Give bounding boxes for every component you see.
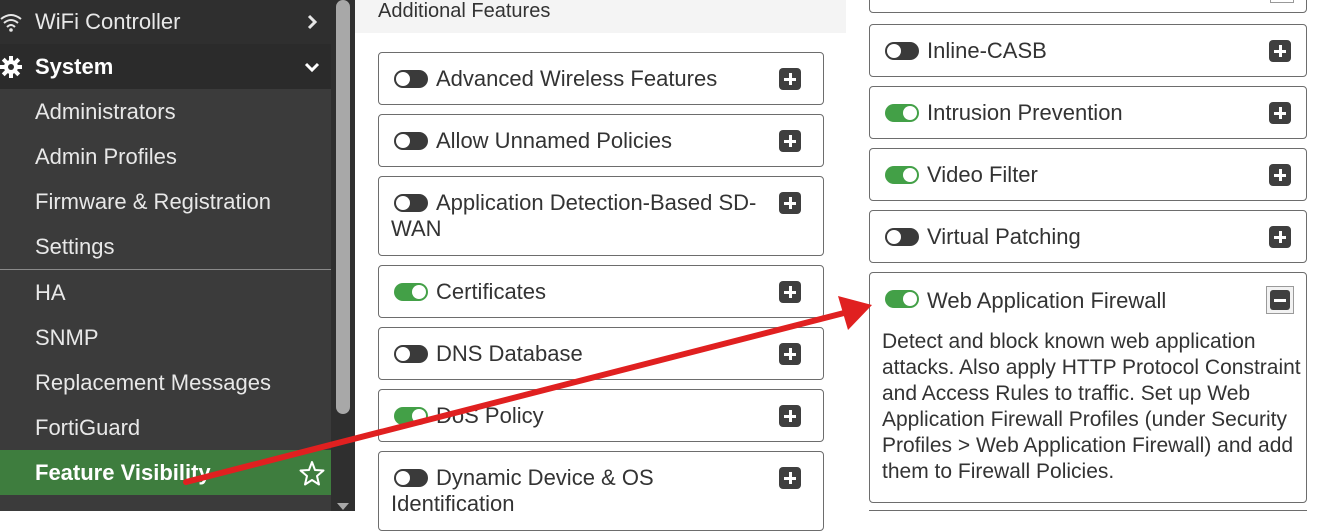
nav-feature-visibility[interactable]: Feature Visibility bbox=[0, 450, 331, 495]
feature-card-dos-policy: DoS Policy bbox=[378, 389, 824, 442]
toggle-switch-on[interactable] bbox=[885, 290, 919, 308]
toggle-switch-on[interactable] bbox=[885, 104, 919, 122]
expand-plus-icon[interactable] bbox=[779, 192, 801, 214]
toggle-switch-on[interactable] bbox=[394, 283, 428, 301]
feature-card-dynamic-device-os: Dynamic Device & OS Identification bbox=[378, 451, 824, 531]
section-title: Additional Features bbox=[378, 0, 551, 22]
nav-admin-profiles-label: Admin Profiles bbox=[35, 143, 177, 169]
expand-plus-icon[interactable] bbox=[779, 281, 801, 303]
section-header: Additional Features bbox=[355, 0, 846, 33]
feature-card-video-filter: Video Filter bbox=[869, 148, 1307, 201]
feature-label: Certificates bbox=[436, 279, 547, 304]
expand-plus-icon[interactable] bbox=[1269, 226, 1291, 248]
nav-settings-label: Settings bbox=[35, 233, 115, 259]
feature-description: Detect and block known web application a… bbox=[882, 330, 1301, 483]
nav-wifi-controller[interactable]: WiFi Controller bbox=[0, 0, 331, 44]
nav-replacement-messages[interactable]: Replacement Messages bbox=[0, 360, 331, 405]
toggle-switch-off[interactable] bbox=[394, 345, 428, 363]
expand-plus-icon[interactable] bbox=[779, 68, 801, 90]
expand-plus-icon[interactable] bbox=[779, 467, 801, 489]
feature-card-partial-top bbox=[869, 0, 1307, 13]
nav-wifi-controller-label: WiFi Controller bbox=[35, 9, 181, 34]
nav-replacement-messages-label: Replacement Messages bbox=[35, 369, 272, 395]
nav-snmp-label: SNMP bbox=[35, 324, 99, 350]
expand-plus-icon[interactable] bbox=[779, 343, 801, 365]
feature-label: Allow Unnamed Policies bbox=[436, 128, 672, 153]
chevron-down-icon bbox=[304, 62, 320, 72]
feature-card-allow-unnamed-policies: Allow Unnamed Policies bbox=[378, 114, 824, 167]
feature-card-intrusion-prevention: Intrusion Prevention bbox=[869, 86, 1307, 139]
nav-system[interactable]: System bbox=[0, 44, 331, 89]
feature-card-certificates: Certificates bbox=[378, 265, 824, 318]
nav-firmware-registration-label: Firmware & Registration bbox=[35, 188, 271, 214]
nav-feature-visibility-label: Feature Visibility bbox=[35, 459, 211, 485]
expand-plus-icon[interactable] bbox=[1269, 164, 1291, 186]
feature-label: Virtual Patching bbox=[927, 224, 1081, 249]
nav-admin-profiles[interactable]: Admin Profiles bbox=[0, 134, 331, 179]
toggle-switch-on[interactable] bbox=[394, 407, 428, 425]
sidebar: WiFi Controller System Administrators Ad… bbox=[0, 0, 331, 511]
feature-label: Inline-CASB bbox=[927, 38, 1047, 63]
nav-settings[interactable]: Settings bbox=[0, 224, 331, 269]
scroll-down-arrow-icon[interactable] bbox=[333, 500, 353, 511]
nav-next-item[interactable] bbox=[0, 495, 331, 511]
feature-label: DNS Database bbox=[436, 341, 583, 366]
expand-plus-icon[interactable] bbox=[1269, 40, 1291, 62]
feature-label: DoS Policy bbox=[436, 403, 544, 428]
feature-label: Web Application Firewall bbox=[927, 288, 1167, 313]
gear-icon bbox=[0, 55, 22, 78]
sidebar-scroll-thumb[interactable] bbox=[336, 0, 350, 414]
feature-card-app-detection-sdwan: Application Detection-Based SD-WAN bbox=[378, 176, 824, 256]
toggle-switch-off[interactable] bbox=[394, 70, 428, 88]
toggle-switch-off[interactable] bbox=[885, 42, 919, 60]
nav-snmp[interactable]: SNMP bbox=[0, 315, 331, 360]
feature-label: Intrusion Prevention bbox=[927, 100, 1123, 125]
expand-plus-icon[interactable] bbox=[779, 405, 801, 427]
toggle-switch-off[interactable] bbox=[885, 228, 919, 246]
chevron-right-icon bbox=[307, 14, 318, 30]
nav-fortiguard[interactable]: FortiGuard bbox=[0, 405, 331, 450]
expand-plus-icon[interactable] bbox=[779, 130, 801, 152]
nav-ha-label: HA bbox=[35, 279, 66, 305]
feature-label: Advanced Wireless Features bbox=[436, 66, 718, 91]
collapse-minus-icon[interactable] bbox=[1266, 286, 1294, 314]
expand-plus-icon[interactable] bbox=[1269, 102, 1291, 124]
feature-card-virtual-patching: Virtual Patching bbox=[869, 210, 1307, 263]
nav-administrators-label: Administrators bbox=[35, 98, 176, 124]
toggle-switch-off[interactable] bbox=[394, 132, 428, 150]
nav-system-label: System bbox=[35, 53, 114, 79]
toggle-switch-on[interactable] bbox=[885, 166, 919, 184]
partial-button[interactable] bbox=[1270, 0, 1294, 3]
feature-label: Video Filter bbox=[927, 162, 1038, 187]
feature-card-advanced-wireless: Advanced Wireless Features bbox=[378, 52, 824, 105]
feature-card-web-application-firewall: Web Application Firewall Detect and bloc… bbox=[869, 272, 1307, 503]
feature-card-inline-casb: Inline-CASB bbox=[869, 24, 1307, 77]
nav-firmware-registration[interactable]: Firmware & Registration bbox=[0, 179, 331, 224]
nav-administrators[interactable]: Administrators bbox=[0, 89, 331, 134]
nav-ha[interactable]: HA bbox=[0, 270, 331, 315]
nav-fortiguard-label: FortiGuard bbox=[35, 414, 141, 440]
feature-card-dns-database: DNS Database bbox=[378, 327, 824, 380]
wifi-icon bbox=[0, 14, 22, 32]
feature-label: Dynamic Device & OS Identification bbox=[391, 465, 654, 516]
feature-label: Application Detection-Based SD-WAN bbox=[391, 190, 757, 241]
star-icon[interactable] bbox=[299, 460, 325, 486]
